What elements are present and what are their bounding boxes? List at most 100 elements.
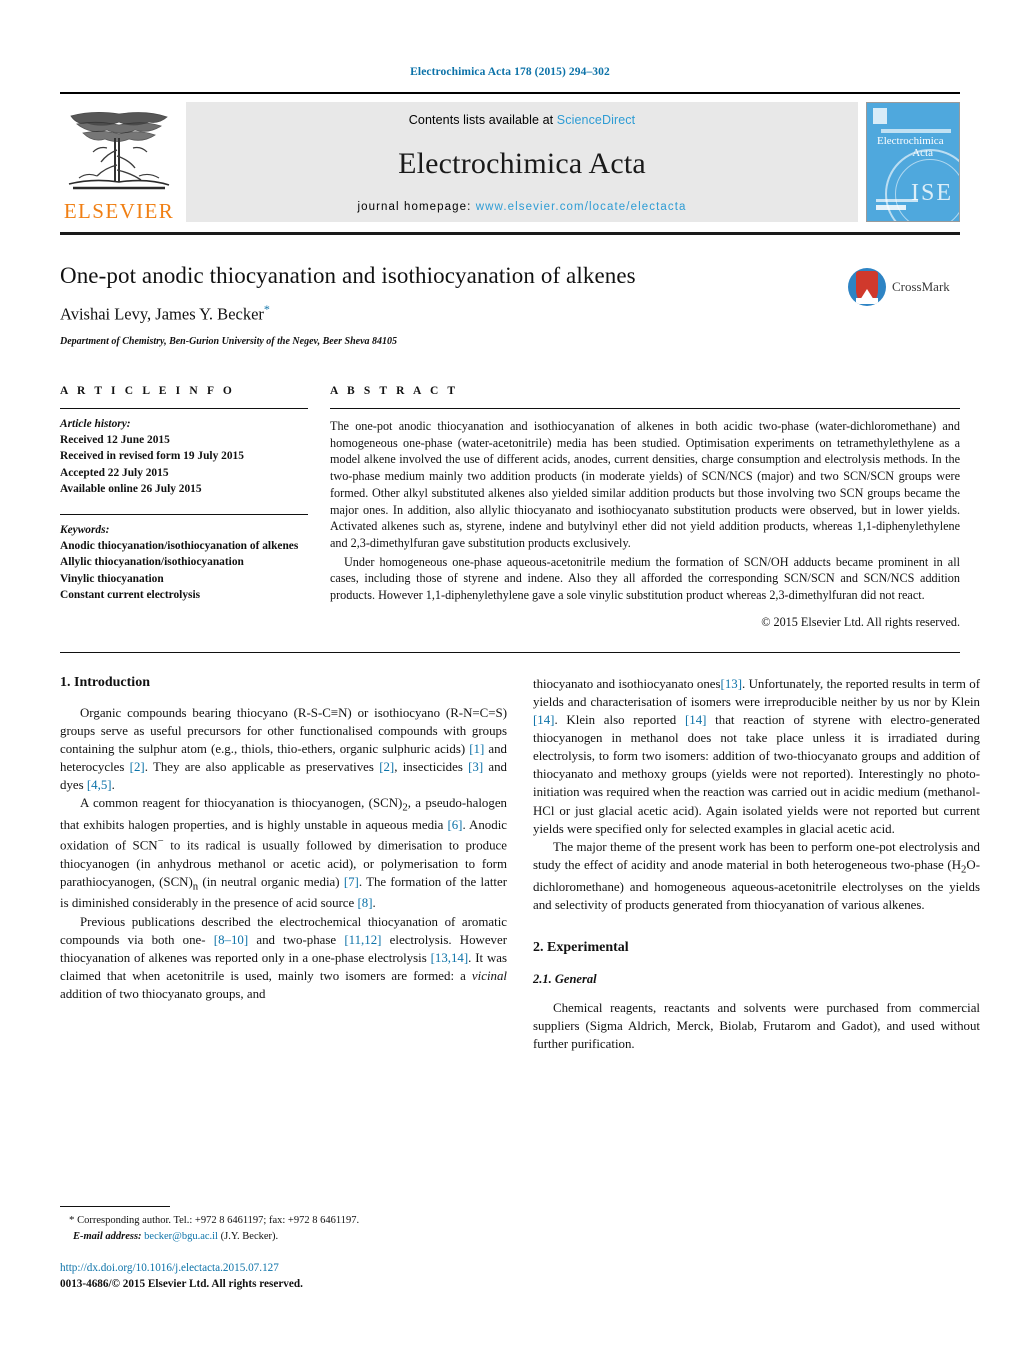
text-run: (J.Y. Becker). <box>217 1230 279 1242</box>
subsection-heading-general: 2.1. General <box>533 971 597 986</box>
cover-elsevier-mini-logo <box>873 108 887 124</box>
keyword-item: Vinylic thiocyanation <box>60 572 164 585</box>
journal-cover-thumbnail: Electrochimica Acta ISE <box>866 102 960 222</box>
info-abstract-row: A R T I C L E I N F O Article history: R… <box>60 385 960 630</box>
citation-ref[interactable]: [8] <box>357 896 372 910</box>
text-run: . They are also applicable as preservati… <box>144 760 380 775</box>
body-column-right: thiocyanato and isothiocyanato ones[13].… <box>533 675 980 1054</box>
email-label: E-mail address: <box>73 1230 142 1242</box>
citation-ref[interactable]: [14] <box>533 713 554 727</box>
corresponding-author-note: * Corresponding author. Tel.: +972 8 646… <box>60 1213 507 1229</box>
running-head: Electrochimica Acta 178 (2015) 294–302 <box>410 66 610 78</box>
sciencedirect-link[interactable]: ScienceDirect <box>557 113 635 127</box>
abstract-body: The one-pot anodic thiocyanation and iso… <box>330 409 960 604</box>
ise-seal-text: ISE <box>911 180 953 206</box>
elsevier-tree-icon <box>63 110 175 200</box>
keyword-item: Anodic thiocyanation/isothiocyanation of… <box>60 540 299 553</box>
citation-ref[interactable]: [2] <box>130 760 145 774</box>
corresponding-author-marker: * <box>263 302 270 317</box>
text-run: that reaction of styrene with electro-ge… <box>533 712 980 836</box>
body-column-left: 1. Introduction Organic compounds bearin… <box>60 675 507 1054</box>
citation-ref[interactable]: [13,14] <box>431 951 469 965</box>
abstract-column: A B S T R A C T The one-pot anodic thioc… <box>330 385 960 630</box>
citation-ref[interactable]: [4,5] <box>87 778 112 792</box>
text-run: (in neutral organic media) <box>198 874 344 889</box>
intro-continued-paragraph: thiocyanato and isothiocyanato ones[13].… <box>533 675 980 838</box>
abstract-heading: A B S T R A C T <box>330 385 459 397</box>
emphasis-text: vicinal <box>471 968 507 983</box>
text-run: and two-phase <box>248 932 345 947</box>
journal-homepage-line: journal homepage: www.elsevier.com/locat… <box>357 201 686 213</box>
history-item: Accepted 22 July 2015 <box>60 466 169 479</box>
footnote-block: * Corresponding author. Tel.: +972 8 646… <box>60 1206 507 1293</box>
intro-paragraph-1: Organic compounds bearing thiocyano (R-S… <box>60 704 507 795</box>
email-link[interactable]: becker@bgu.ac.il <box>144 1231 218 1242</box>
section-heading-experimental: 2. Experimental <box>533 939 629 955</box>
text-run: , insecticides <box>394 760 469 775</box>
text-run: Organic compounds bearing thiocyano (R-S… <box>60 705 507 756</box>
citation-ref[interactable]: [2] <box>379 760 394 774</box>
cover-title-line1: Electrochimica <box>877 135 944 147</box>
text-run: . <box>111 778 115 793</box>
abstract-copyright: © 2015 Elsevier Ltd. All rights reserved… <box>761 614 960 629</box>
citation-ref[interactable]: [6] <box>447 818 462 832</box>
citation-ref[interactable]: [1] <box>469 742 484 756</box>
body-columns: 1. Introduction Organic compounds bearin… <box>60 675 980 1054</box>
elsevier-logo: ELSEVIER <box>60 102 178 222</box>
history-item: Available online 26 July 2015 <box>60 482 202 495</box>
authors-names: Avishai Levy, James Y. Becker <box>60 304 264 324</box>
journal-band: Contents lists available at ScienceDirec… <box>186 102 858 222</box>
article-info-heading: A R T I C L E I N F O <box>60 385 235 397</box>
footnote-rule <box>60 1206 170 1208</box>
text-run: Corresponding author. Tel.: +972 8 64611… <box>74 1215 360 1227</box>
text-run: thiocyanato and isothiocyanato ones <box>533 676 721 691</box>
title-block: One-pot anodic thiocyanation and isothio… <box>60 263 960 355</box>
issn-copyright-line: 0013-4686/© 2015 Elsevier Ltd. All right… <box>60 1278 303 1291</box>
citation-ref[interactable]: [3] <box>468 760 483 774</box>
section-heading-introduction: 1. Introduction <box>60 674 150 690</box>
text-run: addition of two thiocyanato groups, and <box>60 987 266 1001</box>
history-item: Received 12 June 2015 <box>60 434 170 447</box>
crossmark-badge[interactable]: CrossMark <box>848 265 960 309</box>
citation-ref[interactable]: [7] <box>344 875 359 889</box>
page-title: One-pot anodic thiocyanation and isothio… <box>60 263 636 288</box>
doi-block: http://dx.doi.org/10.1016/j.electacta.20… <box>60 1261 507 1293</box>
journal-homepage-link[interactable]: www.elsevier.com/locate/electacta <box>476 201 687 213</box>
abstract-paragraph: The one-pot anodic thiocyanation and iso… <box>330 419 960 550</box>
keyword-item: Allylic thiocyanation/isothiocyanation <box>60 556 244 569</box>
text-run: A common reagent for thiocyanation is th… <box>80 796 403 811</box>
journal-title: Electrochimica Acta <box>398 147 646 180</box>
journal-masthead: ELSEVIER Contents lists available at Sci… <box>60 92 960 222</box>
doi-link[interactable]: http://dx.doi.org/10.1016/j.electacta.20… <box>60 1261 507 1277</box>
masthead-bottom-rule <box>60 232 960 235</box>
text-run: . <box>372 896 376 911</box>
general-paragraph: Chemical reagents, reactants and solvent… <box>533 1000 980 1052</box>
history-item: Received in revised form 19 July 2015 <box>60 450 244 463</box>
keyword-item: Constant current electrolysis <box>60 588 201 601</box>
article-history-label: Article history: <box>60 418 131 430</box>
text-run: . Klein also reported <box>554 712 685 727</box>
intro-paragraph-4: The major theme of the present work has … <box>533 838 980 914</box>
citation-ref[interactable]: [11,12] <box>344 933 381 947</box>
abstract-paragraph: Under homogeneous one-phase aqueous-acet… <box>330 554 960 603</box>
citation-ref[interactable]: [14] <box>685 713 706 727</box>
citation-ref[interactable]: [13] <box>721 677 742 691</box>
abstract-bottom-rule <box>60 651 960 653</box>
keywords-block: Keywords: Anodic thiocyanation/isothiocy… <box>60 515 308 603</box>
crossmark-label: CrossMark <box>892 279 950 294</box>
contents-prefix: Contents lists available at <box>408 113 557 127</box>
author-list: Avishai Levy, James Y. Becker* <box>60 302 960 325</box>
crossmark-icon <box>848 268 886 306</box>
cover-subtitle-bar <box>881 129 951 133</box>
keywords-label: Keywords: <box>60 523 110 536</box>
text-run: The major theme of the present work has … <box>533 839 980 872</box>
intro-paragraph-3: Previous publications described the elec… <box>60 913 507 1004</box>
email-note: E-mail address: becker@bgu.ac.il (J.Y. B… <box>60 1229 507 1244</box>
article-history-block: Article history: Received 12 June 2015 R… <box>60 409 308 497</box>
citation-ref[interactable]: [8–10] <box>214 933 248 947</box>
affiliation: Department of Chemistry, Ben-Gurion Univ… <box>60 335 398 347</box>
homepage-prefix: journal homepage: <box>357 201 476 213</box>
contents-list-line: Contents lists available at ScienceDirec… <box>409 113 635 127</box>
elsevier-wordmark: ELSEVIER <box>63 199 175 223</box>
article-page: Electrochimica Acta 178 (2015) 294–302 E… <box>0 0 1020 1351</box>
